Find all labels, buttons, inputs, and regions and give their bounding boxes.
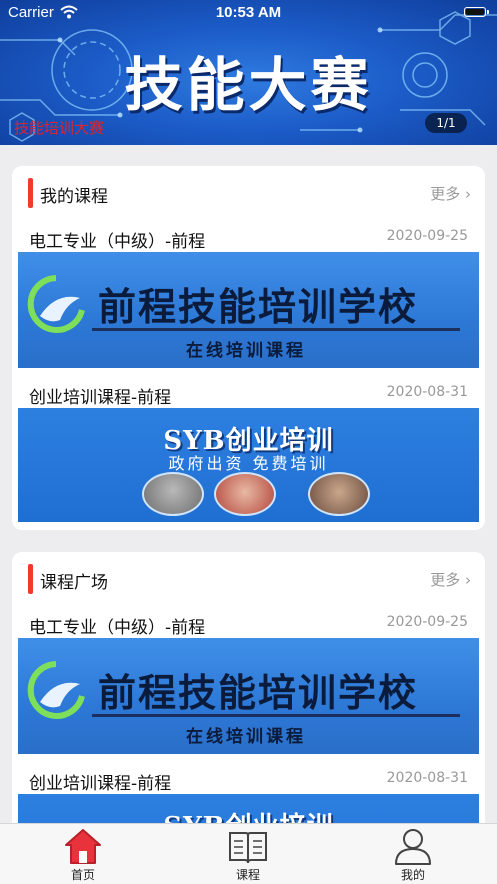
banner-page-indicator: 1/1 bbox=[425, 113, 467, 133]
card-header: 我的课程 更多 › bbox=[12, 166, 485, 218]
course-item[interactable]: 创业培训课程-前程 2020-08-31 bbox=[12, 760, 485, 794]
more-link[interactable]: 更多 › bbox=[430, 569, 471, 590]
course-title: 创业培训课程-前程 bbox=[29, 388, 172, 408]
tab-home[interactable]: 首页 bbox=[23, 824, 143, 884]
more-link[interactable]: 更多 › bbox=[430, 183, 471, 204]
course-title: 电工专业（中级）-前程 bbox=[29, 618, 206, 638]
tab-courses[interactable]: 课程 bbox=[188, 824, 308, 884]
accent-bar bbox=[28, 178, 33, 208]
thumbnail-divider bbox=[92, 714, 460, 717]
banner-carousel[interactable]: Carrier 10:53 AM 技能大赛 技能培训大赛 1/1 bbox=[0, 0, 497, 145]
course-thumbnail[interactable]: 前程技能培训学校 在线培训课程 bbox=[18, 252, 479, 368]
banner-caption: 技能培训大赛 bbox=[14, 119, 105, 137]
thumbnail-divider bbox=[92, 328, 460, 331]
section-title: 我的课程 bbox=[40, 187, 108, 207]
battery-icon bbox=[464, 7, 489, 17]
accent-bar bbox=[28, 564, 33, 594]
training-photo bbox=[142, 472, 204, 516]
course-item[interactable]: 电工专业（中级）-前程 2020-09-25 bbox=[12, 218, 485, 252]
home-icon bbox=[65, 829, 101, 864]
thumbnail-subtitle: 政府出资 免费培训 bbox=[168, 454, 329, 473]
user-icon bbox=[395, 829, 431, 865]
course-thumbnail[interactable]: 前程技能培训学校 在线培训课程 bbox=[18, 638, 479, 754]
thumbnail-title: 前程技能培训学校 bbox=[98, 284, 419, 329]
banner-title: 技能大赛 bbox=[124, 51, 373, 119]
tab-label: 课程 bbox=[235, 868, 260, 882]
training-photo bbox=[308, 472, 370, 516]
course-date: 2020-08-31 bbox=[386, 384, 468, 400]
thumbnail-title: 前程技能培训学校 bbox=[98, 670, 419, 715]
course-date: 2020-09-25 bbox=[386, 228, 468, 244]
course-title: 创业培训课程-前程 bbox=[29, 774, 172, 794]
my-courses-card: 我的课程 更多 › 电工专业（中级）-前程 2020-09-25 前程技能培训学… bbox=[12, 166, 485, 530]
card-header: 课程广场 更多 › bbox=[12, 552, 485, 604]
section-title: 课程广场 bbox=[40, 573, 108, 593]
tab-label: 我的 bbox=[400, 868, 425, 882]
status-time: 10:53 AM bbox=[215, 4, 282, 21]
course-date: 2020-08-31 bbox=[386, 770, 468, 786]
school-logo-icon bbox=[27, 275, 85, 333]
tab-mine[interactable]: 我的 bbox=[353, 824, 473, 884]
tab-label: 首页 bbox=[70, 868, 95, 882]
course-square-card: 课程广场 更多 › 电工专业（中级）-前程 2020-09-25 前程技能培训学… bbox=[12, 552, 485, 832]
course-item[interactable]: 创业培训课程-前程 2020-08-31 bbox=[12, 374, 485, 408]
book-icon bbox=[229, 832, 267, 864]
thumbnail-subtitle: 在线培训课程 bbox=[186, 727, 306, 747]
course-title: 电工专业（中级）-前程 bbox=[29, 232, 206, 252]
course-thumbnail[interactable]: SYB创业培训 政府出资 免费培训 bbox=[18, 408, 479, 522]
thumbnail-subtitle: 在线培训课程 bbox=[186, 341, 306, 361]
status-bar: Carrier 10:53 AM bbox=[0, 0, 497, 26]
tab-bar: 首页 课程 我的 bbox=[0, 823, 497, 884]
course-item[interactable]: 电工专业（中级）-前程 2020-09-25 bbox=[12, 604, 485, 638]
course-date: 2020-09-25 bbox=[386, 614, 468, 630]
training-photo bbox=[214, 472, 276, 516]
school-logo-icon bbox=[27, 661, 85, 719]
